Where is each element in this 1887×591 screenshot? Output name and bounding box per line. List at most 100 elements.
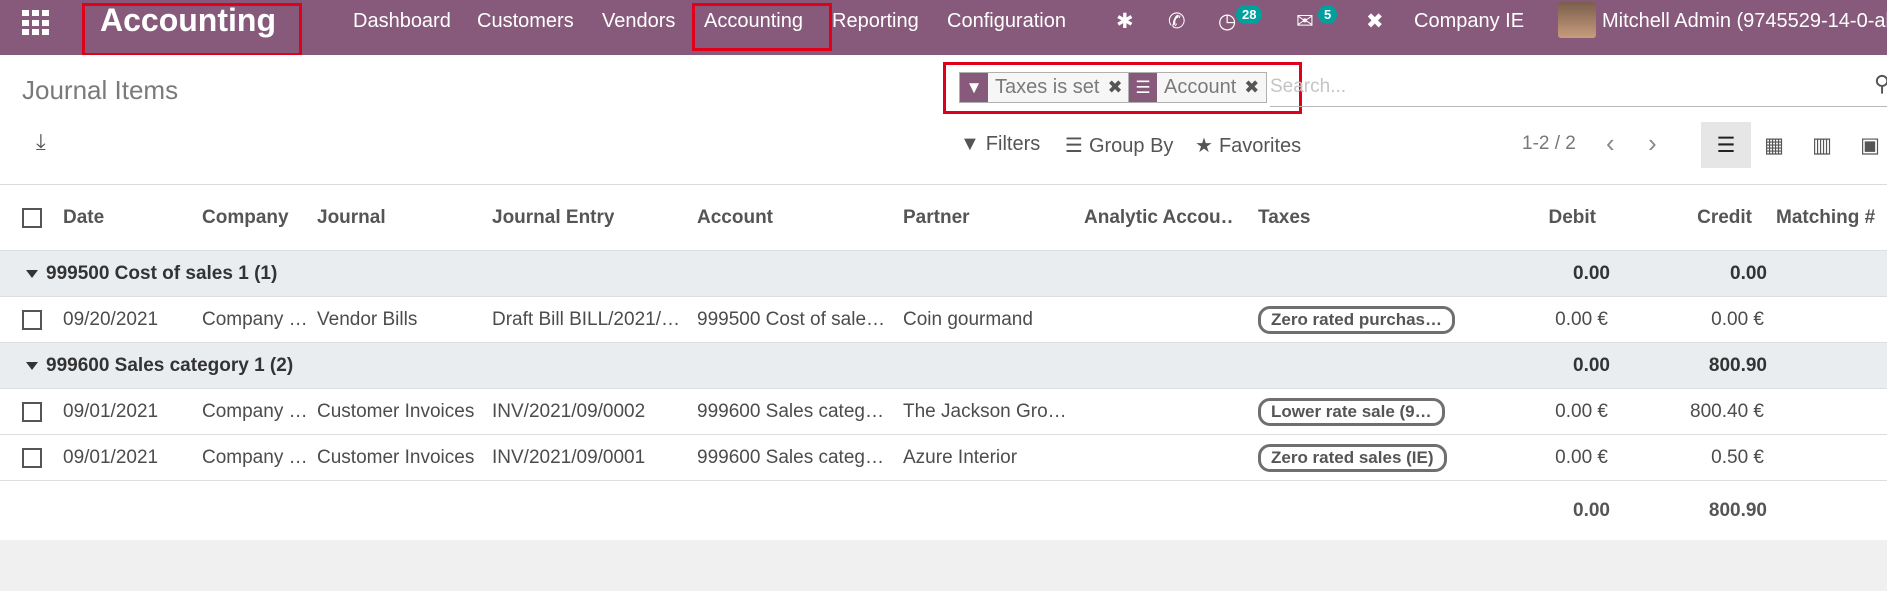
- journal-items-table: Date Company Journal Journal Entry Accou…: [0, 185, 1887, 541]
- cell-partner: The Jackson Gro…: [903, 400, 1067, 422]
- empty-area: [0, 540, 1887, 591]
- cell-date: 09/01/2021: [63, 446, 159, 468]
- remove-facet-icon[interactable]: ✖: [1244, 77, 1266, 98]
- header-matching[interactable]: Matching #: [1776, 185, 1875, 250]
- tax-tag: Zero rated purchas…: [1258, 305, 1455, 334]
- list-view-icon[interactable]: ☰: [1701, 122, 1751, 168]
- pivot-view-icon[interactable]: ▦: [1749, 122, 1799, 168]
- group-row[interactable]: 999500 Cost of sales 1 (1) 0.00 0.00: [0, 251, 1887, 297]
- cell-company: Company …: [202, 446, 308, 468]
- table-row[interactable]: 09/20/2021 Company … Vendor Bills Draft …: [0, 297, 1887, 343]
- menu-vendors[interactable]: Vendors: [602, 10, 675, 33]
- table-row[interactable]: 09/01/2021 Company … Customer Invoices I…: [0, 435, 1887, 481]
- cell-date: 09/20/2021: [63, 308, 159, 330]
- header-debit[interactable]: Debit: [1460, 185, 1597, 250]
- phone-icon[interactable]: ✆: [1168, 9, 1186, 34]
- cell-journal-entry: Draft Bill BILL/2021/…: [492, 308, 680, 330]
- pager-previous-icon[interactable]: ‹: [1606, 128, 1615, 159]
- company-switcher[interactable]: Company IE: [1414, 10, 1524, 33]
- messages-icon[interactable]: ✉: [1296, 9, 1314, 34]
- menu-customers[interactable]: Customers: [477, 10, 574, 33]
- favorites-button[interactable]: ★ Favorites: [1195, 133, 1301, 158]
- menu-dashboard[interactable]: Dashboard: [353, 10, 451, 33]
- cell-partner: Coin gourmand: [903, 308, 1033, 330]
- cell-account: 999500 Cost of sale…: [697, 308, 886, 330]
- filters-button[interactable]: ▼ Filters: [960, 133, 1040, 156]
- cell-credit: 800.40 €: [1690, 400, 1764, 422]
- search-underline: [1270, 106, 1887, 107]
- group-row[interactable]: 999600 Sales category 1 (2) 0.00 800.90: [0, 343, 1887, 389]
- user-menu[interactable]: Mitchell Admin (9745529-14-0-all: [1602, 10, 1887, 33]
- header-analytic-account[interactable]: Analytic Accou…: [1084, 185, 1234, 250]
- group-credit: 0.00: [1730, 262, 1767, 284]
- header-taxes[interactable]: Taxes: [1258, 185, 1310, 250]
- cell-date: 09/01/2021: [63, 400, 159, 422]
- row-checkbox[interactable]: [22, 401, 42, 422]
- app-menu-grid-icon[interactable]: [22, 10, 50, 36]
- filter-icon: ▼: [960, 133, 980, 155]
- header-journal-entry[interactable]: Journal Entry: [492, 185, 614, 250]
- row-checkbox[interactable]: [22, 447, 42, 468]
- menu-reporting[interactable]: Reporting: [832, 10, 919, 33]
- cell-partner: Azure Interior: [903, 446, 1018, 468]
- header-date[interactable]: Date: [63, 185, 104, 250]
- facet-taxes[interactable]: ▼ Taxes is set ✖: [959, 72, 1131, 103]
- caret-down-icon: [26, 361, 38, 370]
- cell-journal: Customer Invoices: [317, 446, 475, 468]
- tax-tag: Lower rate sale (9…: [1258, 397, 1445, 426]
- debug-bug-icon[interactable]: ✱: [1116, 9, 1134, 34]
- header-credit[interactable]: Credit: [1612, 185, 1752, 250]
- message-count-badge: 5: [1318, 5, 1338, 24]
- cell-debit: 0.00 €: [1555, 308, 1608, 330]
- search-input[interactable]: Search...: [1270, 76, 1346, 98]
- cell-debit: 0.00 €: [1555, 400, 1608, 422]
- page-title: Journal Items: [22, 75, 179, 105]
- total-credit: 800.90: [1708, 500, 1767, 521]
- facet-label: Account: [1164, 76, 1237, 98]
- download-icon[interactable]: ⤓: [36, 129, 46, 155]
- facet-label: Taxes is set: [995, 76, 1100, 98]
- header-partner[interactable]: Partner: [903, 185, 970, 250]
- header-account[interactable]: Account: [697, 185, 773, 250]
- control-panel: Journal Items ▼ Taxes is set ✖ ☰ Account…: [0, 55, 1887, 185]
- header-journal[interactable]: Journal: [317, 185, 386, 250]
- remove-facet-icon[interactable]: ✖: [1107, 77, 1129, 98]
- menu-configuration[interactable]: Configuration: [947, 10, 1066, 33]
- avatar[interactable]: [1558, 2, 1596, 38]
- cell-account: 999600 Sales categ…: [697, 400, 884, 422]
- table-row[interactable]: 09/01/2021 Company … Customer Invoices I…: [0, 389, 1887, 435]
- group-by-icon: ☰: [1065, 135, 1083, 157]
- group-label: 999500 Cost of sales 1 (1): [26, 251, 277, 296]
- star-icon: ★: [1195, 135, 1213, 157]
- caret-down-icon: [26, 269, 38, 278]
- pager-value[interactable]: 1-2 / 2: [1522, 133, 1576, 155]
- cell-credit: 0.00 €: [1711, 308, 1764, 330]
- tax-tag: Zero rated sales (IE): [1258, 443, 1447, 472]
- app-title[interactable]: Accounting: [100, 2, 276, 39]
- header-company[interactable]: Company: [202, 185, 289, 250]
- group-label: 999600 Sales category 1 (2): [26, 343, 293, 388]
- filter-icon: ▼: [960, 73, 988, 102]
- facet-account[interactable]: ☰ Account ✖: [1128, 72, 1268, 103]
- select-all-checkbox[interactable]: [22, 207, 42, 228]
- group-by-icon: ☰: [1129, 73, 1157, 102]
- tools-icon[interactable]: ✖: [1366, 9, 1384, 34]
- graph-view-icon[interactable]: ▥: [1797, 122, 1847, 168]
- group-by-button[interactable]: ☰ Group By: [1065, 133, 1173, 158]
- cell-journal-entry: INV/2021/09/0001: [492, 446, 646, 468]
- cell-company: Company …: [202, 400, 308, 422]
- cell-debit: 0.00 €: [1555, 446, 1608, 468]
- kanban-view-icon[interactable]: ▣: [1845, 122, 1887, 168]
- cell-company: Company …: [202, 308, 308, 330]
- cell-account: 999600 Sales categ…: [697, 446, 884, 468]
- menu-accounting[interactable]: Accounting: [704, 10, 803, 33]
- search-icon[interactable]: ⚲: [1874, 71, 1887, 97]
- row-checkbox[interactable]: [22, 309, 42, 330]
- activity-count-badge: 28: [1236, 5, 1263, 24]
- pager-next-icon[interactable]: ›: [1648, 128, 1657, 159]
- cell-credit: 0.50 €: [1711, 446, 1764, 468]
- table-total-row: 0.00 800.90: [0, 481, 1887, 541]
- top-navbar: Accounting Dashboard Customers Vendors A…: [0, 0, 1887, 56]
- group-debit: 0.00: [1573, 354, 1610, 376]
- activity-clock-icon[interactable]: ◷: [1218, 9, 1236, 34]
